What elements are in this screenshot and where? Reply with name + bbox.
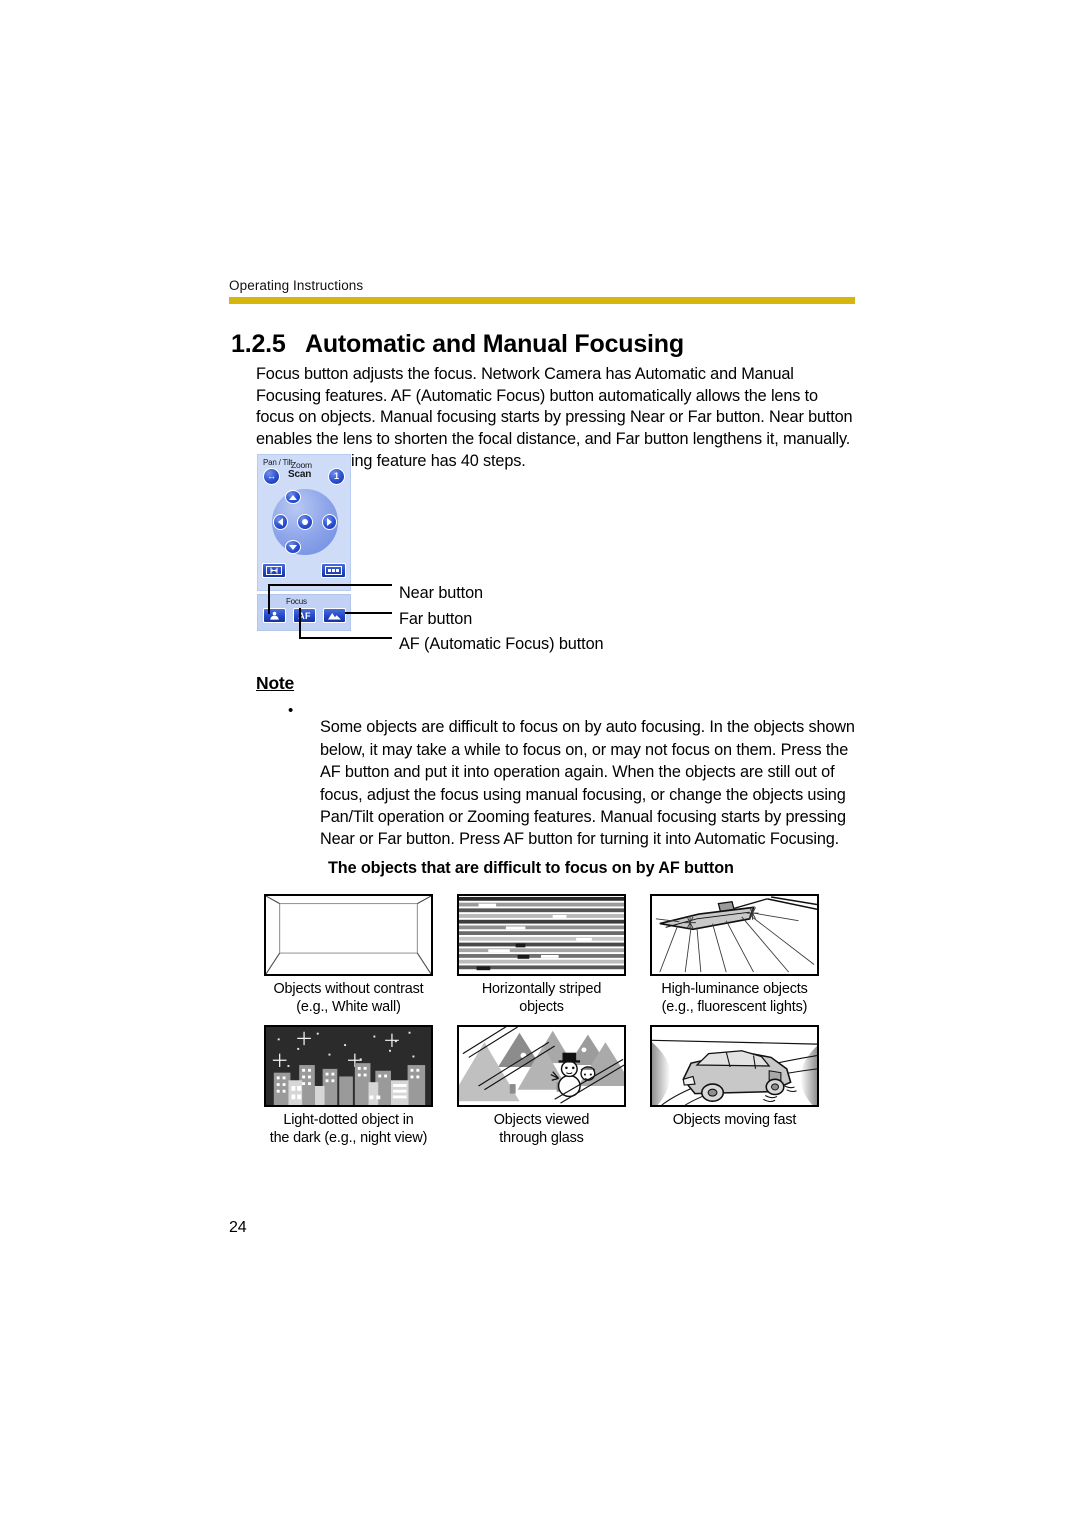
dot-icon <box>302 519 308 525</box>
figure-cell-through-glass: Objects viewed through glass <box>457 1024 626 1148</box>
zoom-wide-icon <box>266 566 282 575</box>
near-focus-button[interactable] <box>263 608 286 623</box>
night-city-illustration <box>264 1024 433 1107</box>
zoom-wide-button[interactable] <box>262 563 286 578</box>
note-heading: Note <box>256 673 295 693</box>
callout-line-near-horizontal <box>268 584 392 586</box>
running-head: Operating Instructions <box>229 278 364 293</box>
figure-row-2: Light-dotted object in the dark (e.g., n… <box>264 1024 820 1148</box>
callout-label-af: AF (Automatic Focus) button <box>399 635 604 653</box>
tilt-down-button[interactable] <box>285 540 301 554</box>
figure-caption: High-luminance objects (e.g., fluorescen… <box>650 980 819 1017</box>
caption-line-2: the dark (e.g., night view) <box>269 1129 428 1146</box>
zoom-tele-button[interactable] <box>321 563 346 578</box>
callout-label-near: Near button <box>399 584 483 602</box>
af-button[interactable]: AF <box>293 608 316 623</box>
horizontal-stripes-illustration <box>457 894 626 976</box>
caption-line-2: objects <box>519 999 564 1016</box>
figure-caption: Objects without contrast (e.g., White wa… <box>264 980 433 1017</box>
callout-line-af-vertical <box>299 608 301 638</box>
moving-car-illustration <box>650 1024 819 1107</box>
triangle-up-icon <box>289 494 297 500</box>
snowman-through-glass-illustration <box>457 1024 626 1107</box>
figure-cell-white-wall: Objects without contrast (e.g., White wa… <box>264 894 433 1017</box>
page-header: Operating Instructions <box>229 278 855 304</box>
callout-label-far: Far button <box>399 610 473 628</box>
figure-caption: Light-dotted object in the dark (e.g., n… <box>264 1111 433 1148</box>
far-focus-button[interactable] <box>323 608 346 623</box>
triangle-left-icon <box>278 518 283 526</box>
pan-left-button[interactable] <box>273 514 288 530</box>
callout-line-far-horizontal <box>345 612 392 614</box>
figure-caption: Objects moving fast <box>650 1111 819 1129</box>
camera-control-panel-figure: Pan / Tilt Scan ↔ 1 Zoom Focus AF <box>257 454 351 631</box>
callout-line-af-horizontal <box>299 637 392 639</box>
scan-label: Scan <box>288 469 312 480</box>
figure-caption: Objects viewed through glass <box>457 1111 626 1148</box>
page-number: 24 <box>229 1219 247 1236</box>
triangle-down-icon <box>289 544 297 550</box>
fluorescent-light-illustration <box>650 894 819 976</box>
scan-button[interactable]: ↔ <box>263 468 280 485</box>
figure-cell-fluorescent: High-luminance objects (e.g., fluorescen… <box>650 894 819 1017</box>
caption-line-2: (e.g., White wall) <box>296 999 401 1016</box>
focus-panel: Focus AF <box>257 594 351 631</box>
caption-line-1: Light-dotted object in <box>283 1111 414 1128</box>
home-center-button[interactable] <box>297 514 313 530</box>
caption-line-1: Objects viewed <box>493 1111 590 1128</box>
figure-row-1: Objects without contrast (e.g., White wa… <box>264 894 820 1017</box>
caption-line-1: High-luminance objects <box>661 981 808 997</box>
zoom-label: Zoom <box>291 460 312 470</box>
tilt-up-button[interactable] <box>285 490 301 504</box>
home-position-button[interactable]: 1 <box>328 468 345 485</box>
figure-cell-stripes: Horizontally striped objects <box>457 894 626 1017</box>
section-title: Automatic and Manual Focusing <box>305 329 684 358</box>
pan-tilt-label: Pan / Tilt <box>263 458 293 467</box>
triangle-right-icon <box>327 518 332 526</box>
figure-caption: Horizontally striped objects <box>457 980 626 1017</box>
pan-tilt-panel: Pan / Tilt Scan ↔ 1 Zoom <box>257 454 351 591</box>
caption-line-2: through glass <box>499 1129 584 1146</box>
caption-line-2: (e.g., fluorescent lights) <box>661 999 808 1016</box>
note-bullet-marker: • <box>288 702 294 719</box>
mountain-icon <box>328 613 341 620</box>
preset-one-label: 1 <box>333 471 339 481</box>
header-rule <box>229 297 855 304</box>
difficult-objects-figure-grid: Objects without contrast (e.g., White wa… <box>264 894 820 1147</box>
zoom-tele-icon <box>325 566 342 575</box>
section-heading: 1.2.5 Automatic and Manual Focusing <box>231 330 931 359</box>
pan-right-button[interactable] <box>322 514 337 530</box>
caption-line-1: Objects without contrast <box>273 981 424 997</box>
figure-cell-moving-car: Objects moving fast <box>650 1024 819 1148</box>
white-wall-illustration <box>264 894 433 976</box>
figure-cell-night-city: Light-dotted object in the dark (e.g., n… <box>264 1024 433 1148</box>
left-right-arrows-icon: ↔ <box>267 471 276 481</box>
callout-line-near-vertical <box>268 584 270 614</box>
caption-line-1: Horizontally striped <box>481 981 602 997</box>
objects-subheading: The objects that are difficult to focus … <box>328 859 734 877</box>
section-number: 1.2.5 <box>231 329 286 358</box>
note-text: Some objects are difficult to focus on b… <box>320 718 855 849</box>
focus-label: Focus <box>286 597 307 606</box>
caption-line-1: Objects moving fast <box>672 1111 797 1128</box>
